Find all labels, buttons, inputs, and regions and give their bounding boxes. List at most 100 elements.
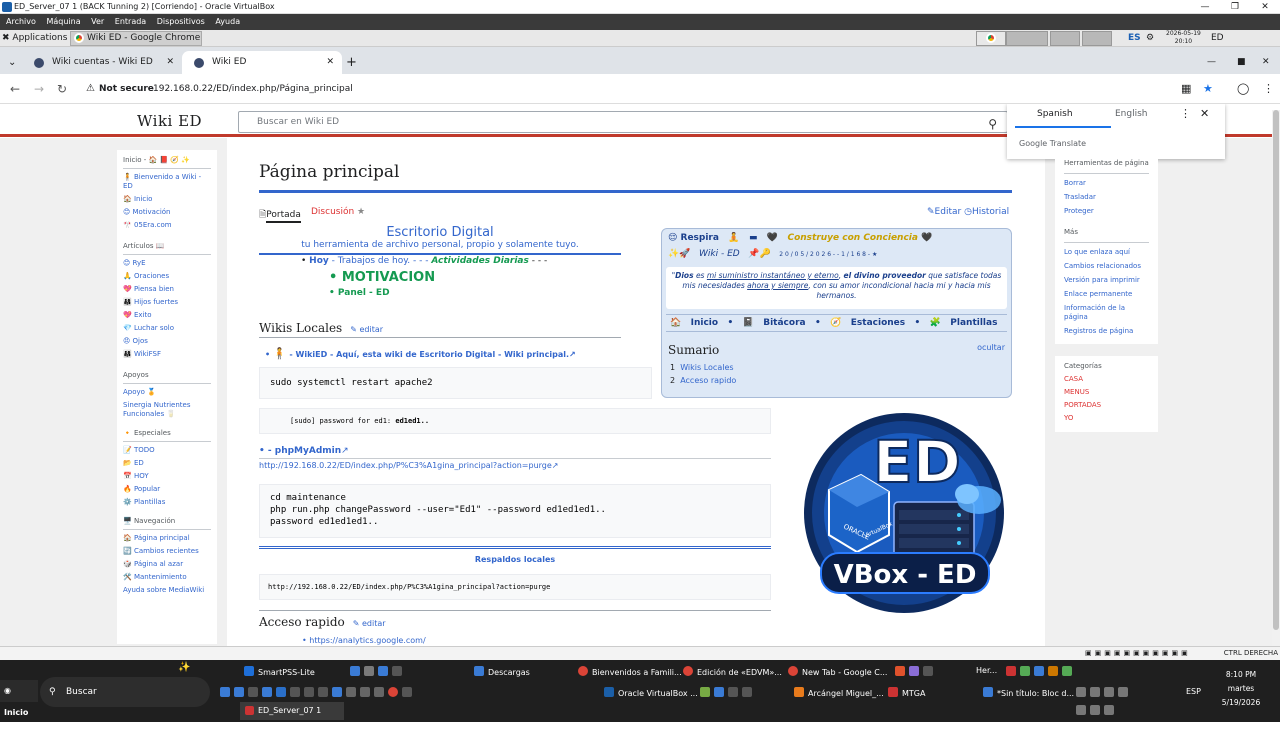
taskbar-app-icons[interactable]	[700, 687, 756, 698]
scrollbar-thumb[interactable]	[1273, 110, 1279, 630]
toc-hide-link[interactable]: ocultar	[977, 343, 1005, 352]
history-link[interactable]: Historial	[972, 207, 1009, 217]
search-icon[interactable]: ⚲	[988, 114, 997, 134]
taskbar-app-icons[interactable]	[895, 666, 937, 677]
sidebar-item[interactable]: 🎲 Página al azar	[123, 560, 211, 569]
nav-estaciones[interactable]: Estaciones	[851, 318, 905, 328]
tab-portada[interactable]: 🗎Portada	[259, 207, 301, 223]
input-language[interactable]: ESP	[1186, 687, 1201, 696]
sidebar-item[interactable]: Apoyo 🏅	[123, 388, 211, 397]
tab-wiki-ed[interactable]: Wiki ED ✕	[182, 51, 342, 74]
tool-item[interactable]: Versión para imprimir	[1064, 276, 1149, 285]
nav-plantillas[interactable]: Plantillas	[950, 318, 997, 328]
start-button[interactable]: ◉ Inicio	[0, 680, 38, 717]
category-item[interactable]: YO	[1064, 414, 1149, 422]
purge-link[interactable]: http://192.168.0.22/ED/index.php/P%C3%A1…	[259, 458, 771, 470]
tool-item[interactable]: Cambios relacionados	[1064, 262, 1149, 271]
panel-link[interactable]: • Panel - ED	[329, 288, 390, 298]
nav-inicio[interactable]: Inicio	[691, 318, 718, 328]
motivacion-link[interactable]: • MOTIVACION	[329, 270, 435, 285]
tool-item[interactable]: Borrar	[1064, 179, 1149, 188]
device-icons[interactable]: ▣▣▣▣▣▣▣▣▣▣▣	[1085, 647, 1191, 660]
task-ed-server[interactable]: ED_Server_07 1 (BACK...	[240, 702, 344, 733]
taskbar-search[interactable]: ⚲ Buscar	[40, 677, 210, 707]
reload-icon[interactable]: ↻	[57, 74, 67, 104]
warning-icon[interactable]: ⚠	[86, 74, 95, 104]
task-arcangel[interactable]: Arcángel Miguel_...	[794, 687, 884, 698]
nav-bitacora[interactable]: Bitácora	[763, 318, 805, 328]
toc-item-1[interactable]: 1 Wikis Locales	[670, 363, 734, 372]
tool-item[interactable]: Enlace permanente	[1064, 290, 1149, 299]
close-icon[interactable]: ✕	[1200, 107, 1209, 120]
hoy-link[interactable]: Hoy	[309, 256, 329, 266]
sidebar-item[interactable]: 📝 TODO	[123, 446, 211, 455]
workspace-2[interactable]	[1006, 31, 1048, 46]
wikied-link[interactable]: • 🧍 - WikiED - Aquí, esta wiki de Escrit…	[265, 347, 576, 360]
edit-link[interactable]: Editar	[935, 207, 962, 217]
sidebar-item[interactable]: 💎 Luchar solo	[123, 324, 211, 333]
respaldos-heading[interactable]: Respaldos locales	[259, 546, 771, 564]
task-newtab[interactable]: New Tab - Google C...	[788, 666, 887, 677]
tool-item[interactable]: Lo que enlaza aquí	[1064, 248, 1149, 257]
more-options-icon[interactable]: ⋮	[1180, 107, 1191, 120]
lang-spanish-tab[interactable]: Spanish	[1037, 109, 1073, 119]
sidebar-item[interactable]: 🧍 Bienvenido a Wiki - ED	[123, 173, 211, 191]
page-scrollbar[interactable]	[1272, 110, 1280, 646]
taskbar-app-icons[interactable]	[220, 687, 416, 698]
chrome-menu-icon[interactable]: ⋮	[1263, 74, 1274, 104]
applications-menu[interactable]: ✖ Applications	[2, 30, 67, 47]
task-bienvenidos[interactable]: Bienvenidos a Famili...	[578, 666, 682, 677]
sidebar-item[interactable]: 📅 HOY	[123, 472, 211, 481]
actividades-link[interactable]: Actividades Diarias	[431, 256, 529, 266]
wiki-search-input[interactable]: Buscar en Wiki ED ⚲	[238, 111, 1008, 133]
tool-item[interactable]: Registros de página	[1064, 327, 1149, 336]
taskbar-app-icons[interactable]	[350, 666, 406, 677]
sidebar-item[interactable]: 💖 Piensa bien	[123, 285, 211, 294]
workspace-4[interactable]	[1082, 31, 1112, 46]
sidebar-item[interactable]: 👨‍👩‍👧 WikiFSF	[123, 350, 211, 359]
sidebar-item[interactable]: 💖 Exito	[123, 311, 211, 320]
category-item[interactable]: CASA	[1064, 375, 1149, 383]
task-her[interactable]: Her...	[976, 666, 997, 675]
sidebar-item[interactable]: 😊 RyE	[123, 259, 211, 268]
tray-icons-bottom[interactable]	[1076, 705, 1118, 716]
workspace-1[interactable]	[976, 31, 1006, 46]
category-item[interactable]: PORTADAS	[1064, 401, 1149, 409]
sidebar-item[interactable]: 📂 ED	[123, 459, 211, 468]
sidebar-item[interactable]: 🏠 Página principal	[123, 534, 211, 543]
menu-entrada[interactable]: Entrada	[115, 17, 146, 26]
url-field[interactable]: 192.168.0.22/ED/index.php/Página_princip…	[153, 74, 353, 104]
task-mtga[interactable]: MTGA	[888, 687, 925, 698]
translate-icon[interactable]: ▦	[1181, 74, 1191, 104]
sidebar-item[interactable]: 🙏 Oraciones	[123, 272, 211, 281]
keyboard-language[interactable]: ES	[1128, 30, 1141, 47]
network-icon[interactable]: ⚙	[1146, 30, 1154, 47]
sidebar-item[interactable]: Sinergia Nutrientes Funcionales 🥛	[123, 401, 211, 419]
task-bloc-notas[interactable]: *Sin título: Bloc d...	[983, 687, 1074, 698]
menu-ver[interactable]: Ver	[91, 17, 104, 26]
sidebar-item[interactable]: ⚙️ Plantillas	[123, 498, 211, 507]
minimize-icon[interactable]: —	[1207, 51, 1216, 74]
task-smartpss[interactable]: SmartPSS-Lite	[244, 666, 315, 677]
sidebar-item[interactable]: 👨‍👩‍👧 Hijos fuertes	[123, 298, 211, 307]
tool-item[interactable]: Información de la página	[1064, 304, 1149, 322]
forward-icon[interactable]: →	[34, 74, 44, 104]
chrome-task-button[interactable]: Wiki ED - Google Chrome	[70, 31, 202, 46]
wiki-logo[interactable]: Wiki ED	[137, 112, 202, 130]
new-tab-button[interactable]: +	[346, 51, 357, 74]
lang-english-tab[interactable]: English	[1115, 109, 1148, 119]
tab-discusion[interactable]: Discusión ★	[311, 207, 365, 217]
sidebar-item[interactable]: 🛠️ Mantenimiento	[123, 573, 211, 582]
taskbar-app-icons[interactable]	[1006, 666, 1076, 677]
tray-icons[interactable]	[1076, 687, 1132, 698]
taskbar-clock[interactable]: 8:10 PM martes 5/19/2026	[1206, 668, 1276, 710]
close-icon[interactable]: ✕	[1250, 0, 1280, 14]
menu-dispositivos[interactable]: Dispositivos	[157, 17, 205, 26]
sidebar-item[interactable]: 🏠 Inicio	[123, 195, 211, 204]
menu-ayuda[interactable]: Ayuda	[215, 17, 240, 26]
section-edit-link[interactable]: ✎ editar	[353, 619, 386, 628]
sidebar-item[interactable]: 😠 Ojos	[123, 337, 211, 346]
profile-icon[interactable]: ◯	[1237, 74, 1249, 104]
sidebar-item[interactable]: Ayuda sobre MediaWiki	[123, 586, 211, 595]
menu-maquina[interactable]: Máquina	[46, 17, 80, 26]
